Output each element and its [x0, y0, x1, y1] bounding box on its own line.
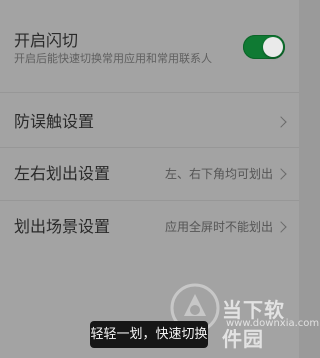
toast-message: 轻轻一划，快速切换: [90, 321, 208, 348]
flash-switch-toggle[interactable]: [243, 35, 285, 59]
flash-switch-row[interactable]: 开启闪切 开启后能快速切换常用应用和常用联系人: [0, 0, 299, 84]
setting-label: 划出场景设置: [14, 217, 111, 236]
setting-label: 左右划出设置: [14, 164, 111, 183]
setting-value: 应用全屏时不能划出: [164, 220, 273, 234]
flash-switch-title: 开启闪切: [14, 31, 79, 50]
toggle-knob: [263, 37, 283, 57]
chevron-right-icon: [275, 116, 287, 128]
settings-screen: 开启闪切 开启后能快速切换常用应用和常用联系人 防误触设置 左右划出设置 左、右…: [0, 0, 319, 358]
chevron-right-icon: [275, 168, 287, 180]
setting-label: 防误触设置: [14, 112, 95, 131]
watermark-url: www.downxia.com: [226, 318, 320, 329]
section-divider: [0, 92, 299, 93]
chevron-right-icon: [275, 221, 287, 233]
flash-switch-subtitle: 开启后能快速切换常用应用和常用联系人: [14, 52, 212, 65]
setting-value: 左、右下角均可划出: [164, 167, 273, 181]
setting-row-swipe-scene[interactable]: 划出场景设置 应用全屏时不能划出: [0, 201, 299, 253]
setting-row-mistouch[interactable]: 防误触设置: [0, 94, 299, 147]
setting-row-swipe-side[interactable]: 左右划出设置 左、右下角均可划出: [0, 148, 299, 200]
